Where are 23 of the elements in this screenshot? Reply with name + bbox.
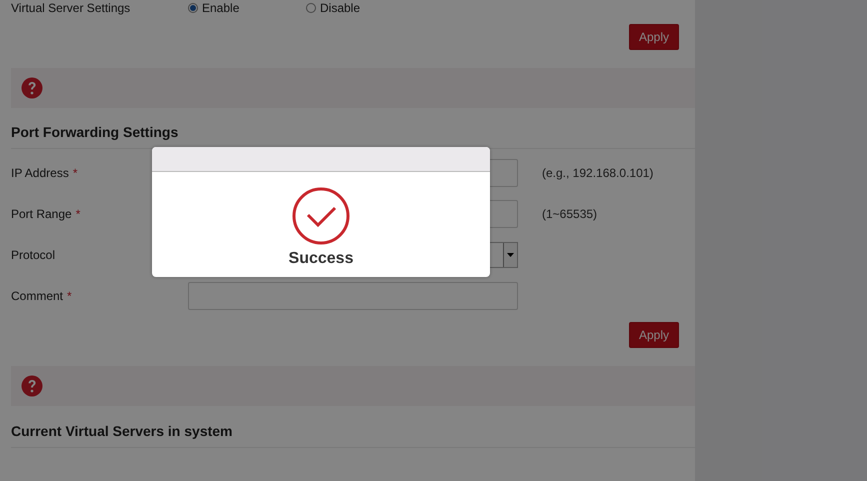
radio-button[interactable]: [188, 3, 198, 13]
apply-button[interactable]: Apply: [629, 322, 679, 348]
radio-label: Disable: [320, 1, 360, 15]
section-title: Current Virtual Servers in system: [11, 423, 695, 448]
check-circle-icon: [292, 187, 350, 245]
input-field[interactable]: [188, 282, 518, 310]
field-hint: (e.g., 192.168.0.101): [542, 166, 654, 180]
success-message: Success: [288, 250, 354, 268]
setting-label: Virtual Server Settings: [11, 1, 132, 15]
required-mark: *: [67, 288, 72, 302]
required-mark: *: [76, 206, 80, 220]
radio-label: Enable: [202, 1, 240, 15]
required-mark: *: [72, 166, 78, 180]
field-label: IP Address: [11, 166, 69, 180]
field-label: Protocol: [11, 248, 56, 262]
help-icon[interactable]: [21, 375, 43, 397]
caret-icon: [507, 252, 514, 256]
field-hint: (1~65535): [542, 206, 598, 220]
radio-button[interactable]: [306, 3, 316, 13]
help-icon[interactable]: [21, 77, 43, 99]
field-label: Port Range: [11, 206, 72, 220]
apply-button[interactable]: Apply: [629, 24, 679, 50]
field-label: Comment: [11, 288, 64, 302]
